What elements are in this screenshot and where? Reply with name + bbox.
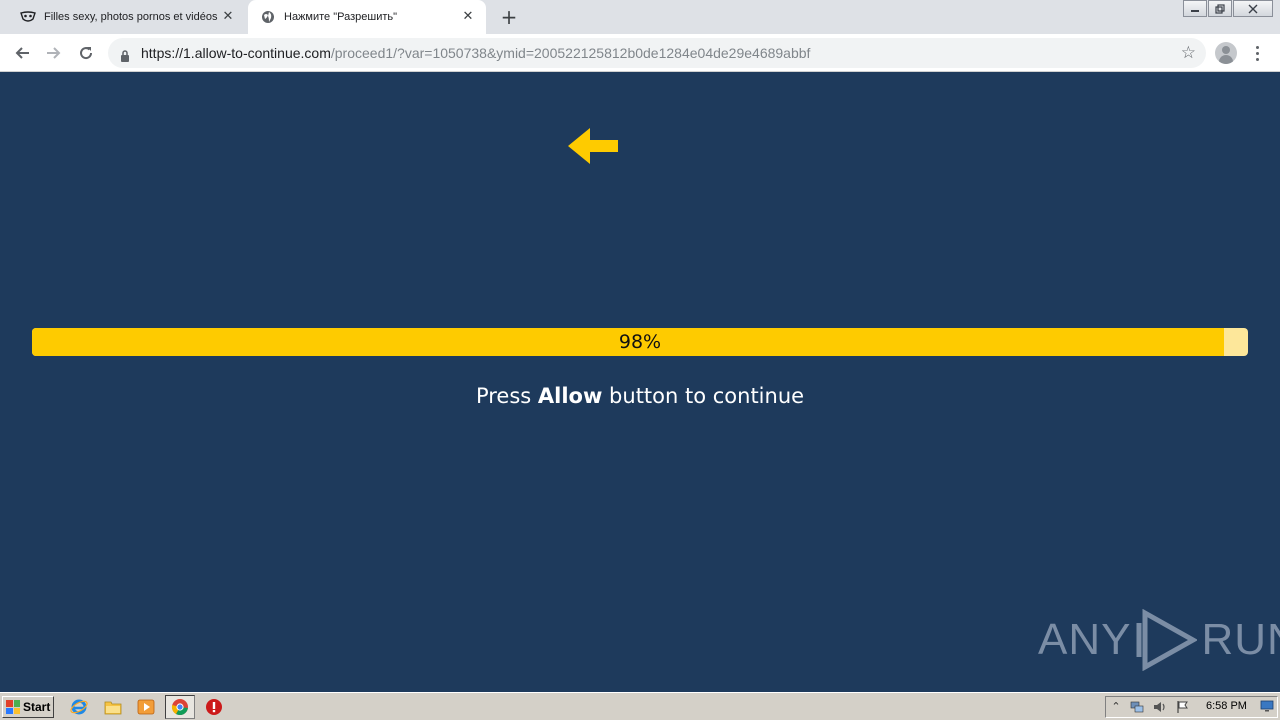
- close-window-icon: [1248, 4, 1258, 13]
- url-path: /proceed1/?var=1050738&ymid=200522125812…: [330, 45, 811, 61]
- message-prefix: Press: [475, 384, 538, 408]
- action-center-flag-icon[interactable]: [1176, 700, 1190, 714]
- reload-button[interactable]: [74, 41, 98, 65]
- close-tab-icon[interactable]: ✕: [460, 9, 476, 25]
- tab-allow[interactable]: Нажмите "Разрешить" ✕: [248, 0, 486, 34]
- restore-icon: [1215, 3, 1225, 14]
- browser-menu-icon[interactable]: [1250, 42, 1264, 64]
- play-logo-icon: [1136, 609, 1198, 671]
- back-button[interactable]: [10, 41, 34, 65]
- close-tab-icon[interactable]: ✕: [220, 9, 236, 25]
- bookmark-star-icon[interactable]: ☆: [1181, 43, 1196, 63]
- tab-title: Filles sexy, photos pornos et vidéos: [44, 11, 218, 23]
- clock[interactable]: 6:58 PM: [1206, 700, 1247, 712]
- profile-avatar-icon[interactable]: [1215, 42, 1237, 64]
- minimize-icon: [1191, 9, 1199, 12]
- watermark-right: RUN: [1201, 615, 1280, 664]
- lock-icon: [120, 47, 130, 66]
- mask-icon: [20, 9, 36, 25]
- media-player-icon[interactable]: [136, 697, 156, 717]
- tab-title: Нажмите "Разрешить": [284, 11, 398, 23]
- watermark-left: ANY: [1038, 615, 1132, 664]
- volume-icon[interactable]: [1153, 700, 1167, 714]
- opera-icon[interactable]: [204, 697, 224, 717]
- progress-bar: 98%: [32, 328, 1248, 356]
- show-desktop-icon[interactable]: [1260, 700, 1274, 714]
- taskbar: Start ⌃ 6:58 PM: [0, 692, 1280, 720]
- start-label: Start: [23, 700, 51, 714]
- reload-icon: [80, 47, 93, 60]
- url-text: https://1.allow-to-continue.com/proceed1…: [141, 45, 810, 61]
- message-bold: Allow: [537, 384, 603, 408]
- page-content: 98% Press Allow button to continue ANY R…: [0, 72, 1280, 692]
- system-tray: ⌃ 6:58 PM: [1105, 696, 1278, 718]
- progress-label: 98%: [618, 331, 662, 353]
- globe-icon: [260, 9, 276, 25]
- close-window-button[interactable]: [1233, 0, 1273, 17]
- forward-arrow-icon: [47, 47, 61, 59]
- internet-explorer-icon[interactable]: [69, 697, 89, 717]
- left-arrow-icon: [566, 126, 620, 170]
- browser-toolbar: https://1.allow-to-continue.com/proceed1…: [0, 34, 1280, 72]
- tab-strip: Filles sexy, photos pornos et vidéos ✕ Н…: [0, 0, 1280, 34]
- anyrun-watermark: ANY RUN: [1038, 608, 1280, 672]
- network-icon[interactable]: [1130, 700, 1144, 714]
- chrome-icon: [170, 697, 190, 717]
- start-button[interactable]: Start: [2, 696, 54, 718]
- address-bar[interactable]: https://1.allow-to-continue.com/proceed1…: [108, 38, 1206, 68]
- forward-button[interactable]: [42, 41, 66, 65]
- restore-button[interactable]: [1208, 0, 1232, 17]
- url-host: https://1.allow-to-continue.com: [141, 45, 331, 61]
- show-hidden-icons-icon[interactable]: ⌃: [1109, 700, 1123, 714]
- file-explorer-icon[interactable]: [103, 697, 123, 717]
- instruction-message: Press Allow button to continue: [0, 384, 1280, 408]
- windows-logo-icon: [6, 700, 20, 714]
- tab-filles-sexy[interactable]: Filles sexy, photos pornos et vidéos ✕: [8, 0, 246, 34]
- minimize-button[interactable]: [1183, 0, 1207, 17]
- back-arrow-icon: [15, 47, 29, 59]
- new-tab-button[interactable]: +: [498, 6, 520, 28]
- message-suffix: button to continue: [602, 384, 805, 408]
